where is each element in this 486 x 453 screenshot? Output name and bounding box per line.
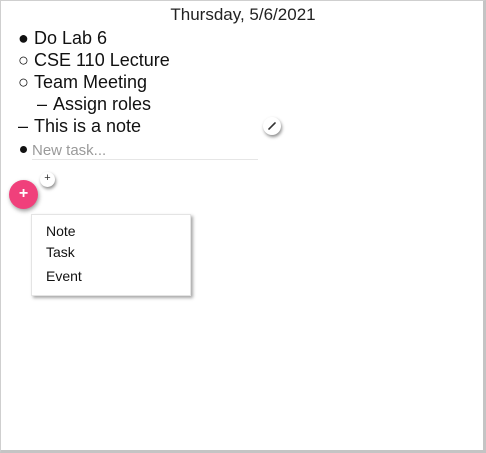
menu-item-event[interactable]: Event [46, 268, 82, 284]
entry-text: This is a note [34, 116, 142, 136]
edit-button[interactable] [263, 117, 281, 135]
menu-item-task[interactable]: Task [46, 244, 75, 260]
entry-text: Do Lab 6 [34, 28, 108, 48]
event-entry[interactable]: ○ Team Meeting [18, 71, 147, 93]
task-bullet-icon [20, 146, 27, 153]
event-entry[interactable]: ○ CSE 110 Lecture [18, 49, 170, 71]
menu-item-note[interactable]: Note [46, 223, 76, 239]
new-task-input[interactable] [32, 141, 258, 160]
task-bullet-filled: ● [18, 28, 29, 48]
add-fab-button[interactable]: + [9, 180, 38, 209]
event-bullet: ○ [18, 50, 29, 70]
add-type-menu: Note Task Event [31, 214, 191, 296]
entry-text: CSE 110 Lecture [34, 50, 170, 70]
note-bullet: – [37, 94, 48, 114]
note-subentry[interactable]: – Assign roles [37, 93, 151, 115]
event-bullet: ○ [18, 72, 29, 92]
entry-text: Assign roles [53, 94, 152, 114]
task-entry[interactable]: ● Do Lab 6 [18, 27, 107, 49]
note-entry[interactable]: – This is a note [18, 115, 141, 137]
entry-text: Team Meeting [34, 72, 148, 92]
page-date: Thursday, 5/6/2021 [170, 5, 316, 24]
pencil-icon [267, 120, 277, 132]
add-entry-button[interactable]: + [40, 172, 55, 187]
note-bullet: – [18, 116, 29, 136]
